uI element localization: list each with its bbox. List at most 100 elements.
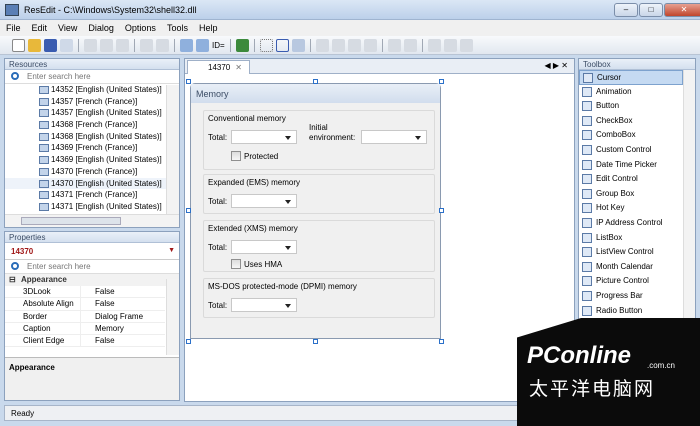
menu-edit[interactable]: Edit <box>26 20 53 33</box>
tree-item[interactable]: 14369 [English (United States)] <box>5 154 167 166</box>
resources-search-input[interactable]: Enter search here <box>5 70 179 84</box>
resource-tree[interactable]: 14352 [English (United States)] 14357 [Fr… <box>5 84 167 215</box>
tree-item[interactable]: 14368 [English (United States)] <box>5 131 167 143</box>
close-tab-icon[interactable]: ✕ <box>235 63 242 72</box>
group-extended[interactable]: Extended (XMS) memory Total: Uses HMA <box>203 220 435 272</box>
align-center-icon[interactable] <box>331 38 345 52</box>
grid-icon[interactable] <box>259 38 273 52</box>
toolbox-item-listview-control[interactable]: ListView Control <box>579 245 683 260</box>
tab-order-icon[interactable] <box>196 38 209 52</box>
properties-search-input[interactable]: Enter search here <box>5 260 179 274</box>
close-button[interactable]: ✕ <box>664 3 700 17</box>
tree-item[interactable]: 14371 [French (France)] <box>5 189 167 201</box>
toolbox-item-progress-bar[interactable]: Progress Bar <box>579 289 683 304</box>
toolbox-item-animation[interactable]: Animation <box>579 85 683 100</box>
toolbox-item-button[interactable]: Button <box>579 99 683 114</box>
property-row[interactable]: 3DLook False <box>5 286 165 299</box>
align-bottom-icon[interactable] <box>363 38 377 52</box>
new-icon[interactable] <box>12 38 25 52</box>
center-icon[interactable] <box>387 38 401 52</box>
toolbox-item-combobox[interactable]: ComboBox <box>579 128 683 143</box>
menu-help[interactable]: Help <box>193 20 223 33</box>
properties-vscrollbar[interactable] <box>166 279 179 355</box>
id-button[interactable]: ID= <box>212 41 225 50</box>
conventional-total-combo[interactable] <box>231 130 297 144</box>
resize-handle[interactable] <box>186 208 191 213</box>
minimize-button[interactable]: – <box>614 3 638 17</box>
category-appearance[interactable]: ⊟ Appearance <box>5 274 179 286</box>
uses-hma-checkbox[interactable] <box>231 259 241 269</box>
property-row[interactable]: Border Dialog Frame <box>5 310 165 323</box>
resources-hscrollbar[interactable] <box>5 214 179 227</box>
property-row[interactable]: Caption Memory <box>5 322 165 336</box>
resize-handle[interactable] <box>439 208 444 213</box>
space-icon[interactable] <box>403 38 417 52</box>
size-icon[interactable] <box>291 38 305 52</box>
menu-tools[interactable]: Tools <box>161 20 193 33</box>
tree-item[interactable]: 14357 [English (United States)] <box>5 107 167 119</box>
test-dialog-icon[interactable] <box>235 38 249 52</box>
initial-environment-combo[interactable] <box>361 130 427 144</box>
menu-view[interactable]: View <box>52 20 82 33</box>
menu-dialog[interactable]: Dialog <box>82 20 119 33</box>
protected-checkbox[interactable] <box>231 151 241 161</box>
dialog-icon[interactable] <box>180 38 193 52</box>
align-left-icon[interactable] <box>315 38 329 52</box>
cut-icon[interactable] <box>84 38 97 52</box>
same-size-icon[interactable] <box>459 38 473 52</box>
copy-icon[interactable] <box>100 38 113 52</box>
dialog-preview[interactable]: Memory Conventional memory Total: Initia… <box>190 83 441 339</box>
toolbox-item-picture-control[interactable]: Picture Control <box>579 274 683 289</box>
group-expanded[interactable]: Expanded (EMS) memory Total: <box>203 174 435 214</box>
open-icon[interactable] <box>28 38 41 52</box>
collapse-icon[interactable]: ⊟ <box>9 274 16 286</box>
property-row[interactable]: Absolute Align False <box>5 298 165 311</box>
toolbox-item-date-time-picker[interactable]: Date Time Picker <box>579 158 683 173</box>
tree-item[interactable]: 14371 [English (United States)] <box>5 201 167 213</box>
ems-total-combo[interactable] <box>231 194 297 208</box>
toolbox-item-hot-key[interactable]: Hot Key <box>579 201 683 216</box>
dpmi-total-combo[interactable] <box>231 298 297 312</box>
resize-handle[interactable] <box>439 339 444 344</box>
toolbox-item-cursor[interactable]: Cursor <box>579 70 683 85</box>
menu-options[interactable]: Options <box>119 20 161 33</box>
resize-handle[interactable] <box>186 79 191 84</box>
tree-item[interactable]: 14357 [French (France)] <box>5 96 167 108</box>
undo-icon[interactable] <box>140 38 153 52</box>
same-width-icon[interactable] <box>427 38 441 52</box>
group-conventional[interactable]: Conventional memory Total: Initial envir… <box>203 110 435 170</box>
tree-item[interactable]: 14369 [French (France)] <box>5 142 167 154</box>
print-preview-icon[interactable] <box>60 38 73 52</box>
tree-item[interactable]: 14352 [English (United States)] <box>5 84 167 96</box>
save-icon[interactable] <box>44 38 57 52</box>
resize-handle[interactable] <box>313 339 318 344</box>
tree-item[interactable]: 14368 [French (France)] <box>5 119 167 131</box>
xms-total-combo[interactable] <box>231 240 297 254</box>
tree-item[interactable]: 14370 [French (France)] <box>5 166 167 178</box>
property-row[interactable]: Client Edge False <box>5 335 165 348</box>
tab-nav-icons[interactable]: ◀ ▶ ✕ <box>545 61 568 70</box>
tab-14370[interactable]: 14370 ✕ <box>187 60 250 74</box>
toolbox-item-radio-button[interactable]: Radio Button <box>579 304 683 319</box>
toolbox-item-checkbox[interactable]: CheckBox <box>579 114 683 129</box>
paste-icon[interactable] <box>116 38 129 52</box>
toolbox-item-ip-address-control[interactable]: IP Address Control <box>579 216 683 231</box>
resize-handle[interactable] <box>186 339 191 344</box>
align-top-icon[interactable] <box>347 38 361 52</box>
toolbox-item-custom-control[interactable]: Custom Control <box>579 143 683 158</box>
resize-handle[interactable] <box>439 79 444 84</box>
object-selector[interactable]: 14370 ▼ <box>5 243 179 260</box>
group-dpmi[interactable]: MS-DOS protected-mode (DPMI) memory Tota… <box>203 278 435 318</box>
same-height-icon[interactable] <box>443 38 457 52</box>
toolbox-item-month-calendar[interactable]: Month Calendar <box>579 260 683 275</box>
guides-icon[interactable] <box>275 38 289 52</box>
resources-vscrollbar[interactable] <box>166 85 179 215</box>
resize-handle[interactable] <box>313 79 318 84</box>
toolbox-item-group-box[interactable]: Group Box <box>579 187 683 202</box>
menu-file[interactable]: File <box>0 20 26 33</box>
toolbox-item-listbox[interactable]: ListBox <box>579 231 683 246</box>
maximize-button[interactable]: □ <box>639 3 663 17</box>
redo-icon[interactable] <box>156 38 169 52</box>
tree-item[interactable]: 14370 [English (United States)] <box>5 177 167 190</box>
toolbox-item-edit-control[interactable]: Edit Control <box>579 172 683 187</box>
